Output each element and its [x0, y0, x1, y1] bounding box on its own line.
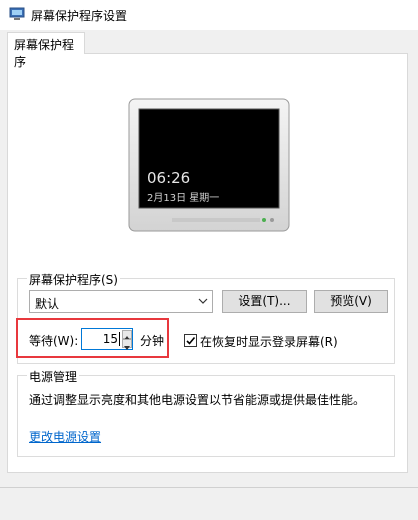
tab-screensaver[interactable]: 屏幕保护程序 [7, 32, 85, 69]
preview-button[interactable]: 预览(V) [314, 290, 388, 313]
power-group-label: 电源管理 [27, 368, 80, 385]
monitor-preview [128, 98, 290, 232]
change-power-settings-link[interactable]: 更改电源设置 [29, 428, 101, 445]
resume-checkbox-label[interactable]: 在恢复时显示登录屏幕(R) [200, 333, 338, 350]
tab-label: 屏幕保护程序 [14, 38, 75, 69]
screensaver-selected-value: 默认 [35, 297, 60, 311]
screensaver-select[interactable]: 默认 [29, 290, 213, 313]
window-title: 屏幕保护程序设置 [31, 9, 128, 23]
highlight-box [16, 318, 169, 358]
preview-time: 06:26 [147, 169, 191, 187]
chevron-down-icon [198, 298, 208, 304]
screensaver-monitor-icon [9, 7, 25, 21]
power-description: 通过调整显示亮度和其他电源设置以节省能源或提供最佳性能。 [29, 393, 366, 407]
screensaver-group-label: 屏幕保护程序(S) [27, 271, 120, 288]
settings-button[interactable]: 设置(T)... [222, 290, 307, 313]
checkmark-icon [186, 336, 196, 345]
divider [0, 487, 418, 488]
preview-date: 2月13日 星期一 [147, 193, 220, 204]
resume-checkbox[interactable] [184, 334, 197, 347]
title-bar: 屏幕保护程序设置 [0, 0, 418, 30]
